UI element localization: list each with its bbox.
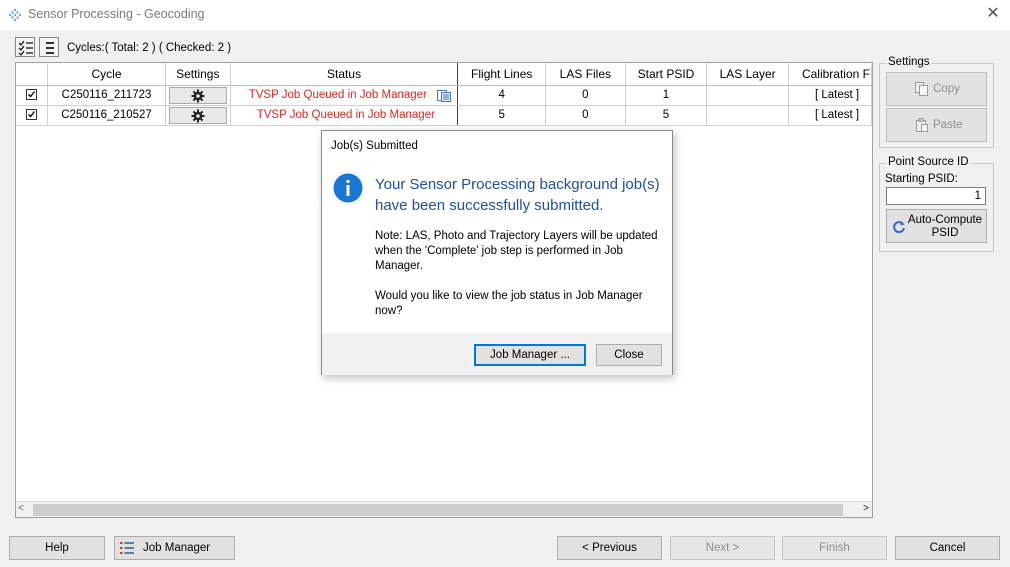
paste-button[interactable]: Paste [886, 108, 987, 142]
calibration-cell[interactable]: [ Latest ] [788, 105, 872, 126]
dialog-close-button[interactable]: Close [596, 344, 662, 366]
status-cell: TVSP Job Queued in Job Manager [229, 85, 459, 106]
list-view-button[interactable] [39, 37, 59, 57]
header-las-files[interactable]: LAS Files [545, 63, 626, 86]
calibration-cell[interactable]: [ Latest ] [788, 85, 872, 106]
row-checkbox[interactable] [26, 89, 38, 101]
log-document-icon[interactable] [437, 89, 452, 102]
copy-button[interactable]: Copy [886, 72, 987, 106]
window-close-button[interactable]: ✕ [984, 4, 1002, 24]
app-diamond-icon [8, 8, 22, 22]
gear-icon [191, 89, 205, 102]
status-cell: TVSP Job Queued in Job Manager [229, 105, 459, 126]
dialog-question: Would you like to view the job status in… [375, 290, 643, 317]
table-row[interactable]: C250116_211723 TVSP Job Queued in Job Ma… [16, 85, 872, 106]
paste-icon [916, 118, 928, 132]
cycle-cell: C250116_210527 [47, 105, 166, 126]
copy-icon [915, 82, 928, 96]
job-list-icon [120, 542, 134, 554]
header-las-layer[interactable]: LAS Layer [706, 63, 789, 86]
status-text: TVSP Job Queued in Job Manager [248, 89, 427, 101]
settings-cell [165, 105, 231, 126]
header-settings[interactable]: Settings [165, 63, 231, 86]
jobs-submitted-dialog: Job(s) Submitted Your Sensor Processing … [321, 130, 673, 375]
auto-compute-label: Auto-Compute PSID [907, 214, 983, 239]
header-status[interactable]: Status [229, 63, 459, 86]
header-checkbox-col [16, 63, 49, 86]
dialog-note: Note: LAS, Photo and Trajectory Layers w… [375, 230, 658, 272]
info-icon [333, 173, 363, 203]
dialog-footer: Job Manager ... Close [322, 333, 672, 375]
settings-cell [165, 85, 231, 106]
job-manager-label: Job Manager [143, 542, 211, 554]
header-flight-lines[interactable]: Flight Lines [457, 63, 547, 86]
status-text: TVSP Job Queued in Job Manager [256, 109, 435, 121]
title-bar: Sensor Processing - Geocoding ✕ [0, 0, 1010, 30]
finish-button[interactable]: Finish [782, 536, 887, 560]
dialog-job-manager-button[interactable]: Job Manager ... [474, 344, 586, 366]
settings-legend: Settings [886, 56, 932, 68]
las-layer-cell [706, 105, 789, 126]
row-checkbox[interactable] [26, 109, 38, 121]
scrollbar-thumb[interactable] [33, 504, 843, 516]
table-row[interactable]: C250116_210527 TVSP Job Queued in Job Ma… [16, 105, 872, 126]
flight-lines-cell: 5 [457, 105, 547, 126]
row-checkbox-cell[interactable] [16, 105, 49, 126]
cycles-summary: Cycles:( Total: 2 ) ( Checked: 2 ) [67, 42, 232, 54]
checkmark-icon [28, 111, 36, 119]
row-checkbox-cell[interactable] [16, 85, 49, 106]
start-psid-cell: 5 [625, 105, 708, 126]
header-start-psid[interactable]: Start PSID [625, 63, 708, 86]
starting-psid-input[interactable]: 1 [886, 187, 986, 205]
next-button[interactable]: Next > [670, 536, 775, 560]
dialog-title: Job(s) Submitted [331, 140, 418, 152]
list-icon [46, 42, 54, 54]
checkmark-icon [28, 91, 36, 99]
scroll-right-arrow-icon[interactable]: > [863, 503, 869, 514]
cancel-button[interactable]: Cancel [895, 536, 1000, 560]
header-calibration[interactable]: Calibration F [788, 63, 872, 86]
job-manager-button[interactable]: Job Manager [114, 536, 235, 560]
auto-compute-psid-button[interactable]: Auto-Compute PSID [886, 209, 987, 243]
checklist-icon [18, 40, 33, 56]
start-psid-cell: 1 [625, 85, 708, 106]
las-files-cell: 0 [545, 105, 626, 126]
cycle-cell: C250116_211723 [47, 85, 166, 106]
psid-legend: Point Source ID [886, 156, 971, 168]
check-all-button[interactable] [15, 37, 35, 57]
starting-psid-label: Starting PSID: [885, 173, 958, 185]
help-button[interactable]: Help [9, 536, 105, 560]
previous-button[interactable]: < Previous [557, 536, 662, 560]
las-files-cell: 0 [545, 85, 626, 106]
gear-icon [191, 109, 205, 122]
copy-label: Copy [933, 83, 960, 95]
paste-label: Paste [933, 119, 963, 131]
row-settings-button[interactable] [168, 106, 227, 124]
dialog-headline: Your Sensor Processing background job(s)… [375, 176, 660, 214]
row-settings-button[interactable] [168, 86, 227, 104]
las-layer-cell [706, 85, 789, 106]
horizontal-scrollbar[interactable]: < > [16, 501, 872, 517]
scroll-left-arrow-icon[interactable]: < [18, 503, 24, 514]
window-title: Sensor Processing - Geocoding [28, 7, 205, 21]
header-cycle[interactable]: Cycle [47, 63, 166, 86]
flight-lines-cell: 4 [457, 85, 547, 106]
refresh-icon [893, 221, 905, 234]
